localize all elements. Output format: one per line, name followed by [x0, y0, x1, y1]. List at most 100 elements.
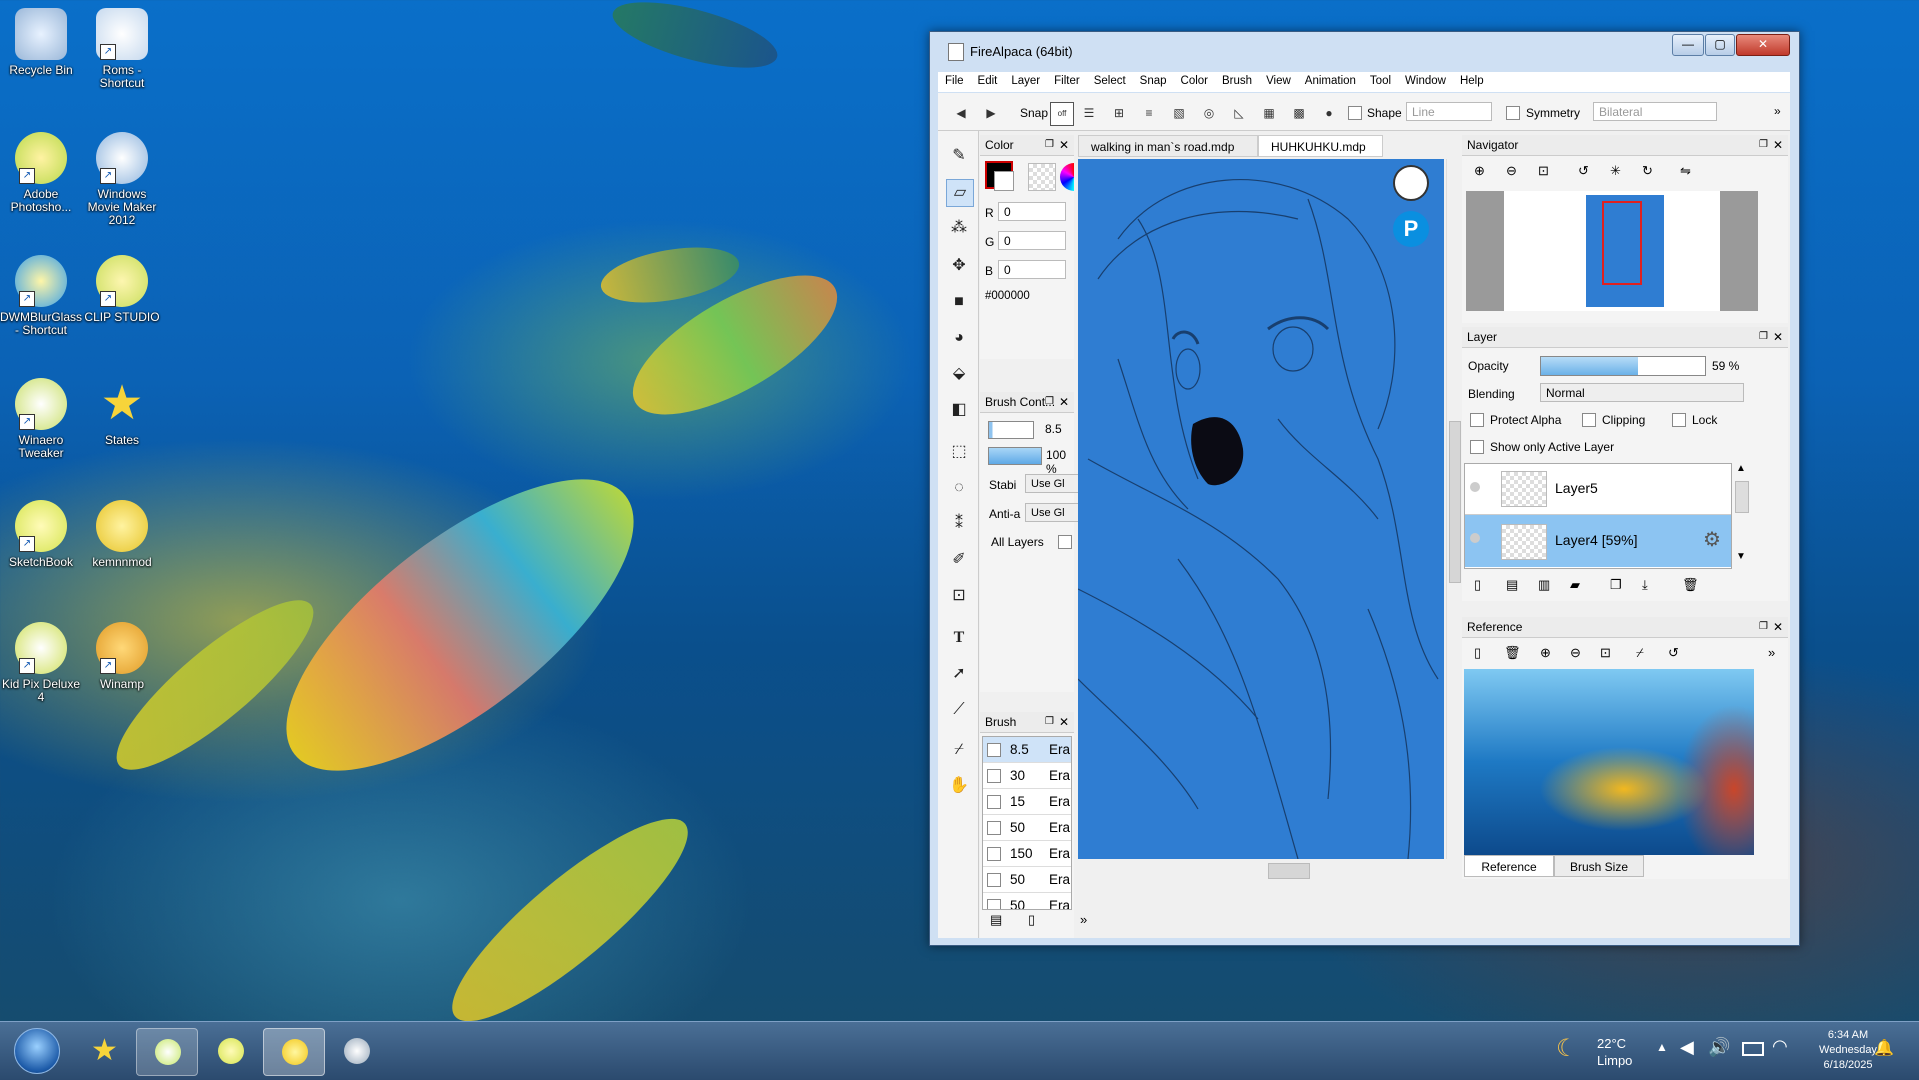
- layer-row-selected[interactable]: Layer4 [59%] ⚙: [1465, 515, 1731, 567]
- new-8bit-layer-icon[interactable]: ▤: [1506, 577, 1518, 593]
- pixiv-icon[interactable]: P: [1393, 211, 1429, 247]
- menu-select[interactable]: Select: [1087, 72, 1133, 87]
- weather-desc[interactable]: Limpo: [1597, 1053, 1632, 1068]
- snap-grid-icon[interactable]: ⊞: [1108, 102, 1130, 124]
- zoom-in-icon[interactable]: ⊕: [1474, 163, 1485, 179]
- menu-edit[interactable]: Edit: [971, 72, 1005, 87]
- menu-view[interactable]: View: [1259, 72, 1298, 87]
- snap-point-icon[interactable]: ●: [1318, 102, 1340, 124]
- tab-huhkuhku[interactable]: HUHKUHKU.mdp: [1258, 135, 1383, 157]
- duplicate-layer-icon[interactable]: ❐: [1610, 577, 1622, 593]
- bucket-tool-icon[interactable]: ◕: [946, 325, 972, 351]
- brush-more-button[interactable]: »: [1080, 912, 1087, 927]
- new-brush-icon[interactable]: ▯: [1028, 912, 1035, 928]
- notifications-bell-icon[interactable]: 🔔: [1874, 1038, 1894, 1058]
- wifi-icon[interactable]: ◠: [1772, 1036, 1788, 1057]
- desktop-icon-photoshop[interactable]: ↗ Adobe Photosho...: [0, 132, 82, 214]
- new-layer-icon[interactable]: ▯: [1474, 577, 1481, 593]
- brush-item[interactable]: 50 Era: [983, 892, 1071, 909]
- zoom-out-icon[interactable]: ⊖: [1506, 163, 1517, 179]
- flip-icon[interactable]: ⇋: [1680, 163, 1691, 179]
- taskbar-alpaca-button[interactable]: [326, 1028, 386, 1074]
- brush-item[interactable]: 15 Era: [983, 788, 1071, 814]
- select-eraser-tool-icon[interactable]: ⊡: [946, 583, 972, 609]
- desktop-icon-clip-studio[interactable]: ↗ CLIP STUDIO: [81, 255, 163, 324]
- operation-tool-icon[interactable]: ➚: [946, 661, 972, 687]
- brush-tool-icon[interactable]: ✎: [946, 143, 972, 169]
- desktop-icon-kemnnmod[interactable]: kemnnmod: [81, 500, 163, 569]
- shape-checkbox[interactable]: [1348, 106, 1362, 120]
- close-icon[interactable]: ✕: [1773, 617, 1783, 637]
- stabilizer-select[interactable]: Use Gl: [1025, 474, 1083, 493]
- menu-brush[interactable]: Brush: [1215, 72, 1259, 87]
- desktop-icon-roms[interactable]: ↗ Roms - Shortcut: [81, 8, 163, 90]
- dock-icon[interactable]: ❐: [1759, 327, 1768, 347]
- show-hidden-icons-icon[interactable]: ▲: [1656, 1040, 1668, 1054]
- dot-tool-icon[interactable]: ⁂: [946, 215, 972, 241]
- zoom-fit-icon[interactable]: ⊡: [1600, 645, 1611, 661]
- move-tool-icon[interactable]: ✥: [946, 253, 972, 279]
- fill-tool-icon[interactable]: ⬙: [946, 361, 972, 387]
- symmetry-select[interactable]: Bilateral: [1593, 102, 1717, 121]
- g-input[interactable]: 0: [998, 231, 1066, 250]
- taskbar-sketchbook-button[interactable]: [200, 1028, 260, 1074]
- b-input[interactable]: 0: [998, 260, 1066, 279]
- menu-color[interactable]: Color: [1174, 72, 1215, 87]
- drawing-canvas[interactable]: P: [1078, 159, 1444, 859]
- desktop-icon-winaero[interactable]: ↗ Winaero Tweaker: [0, 378, 82, 460]
- weather-temp[interactable]: 22°C: [1597, 1036, 1626, 1051]
- speaker-icon[interactable]: ◀: [1680, 1037, 1694, 1058]
- eyedropper-tool-icon[interactable]: ⌿: [946, 737, 972, 763]
- close-icon[interactable]: ✕: [1773, 135, 1783, 155]
- desktop-icon-dwmblurglass[interactable]: ↗ DWMBlurGlass - Shortcut: [0, 255, 82, 337]
- shape-select[interactable]: Line: [1406, 102, 1492, 121]
- layer-row[interactable]: Layer5: [1465, 464, 1731, 515]
- brush-item[interactable]: 30 Era: [983, 762, 1071, 788]
- snap-curve-icon[interactable]: ◺: [1228, 102, 1250, 124]
- rotate-icon[interactable]: ↺: [1668, 645, 1679, 661]
- scroll-up-icon[interactable]: ▲: [1736, 463, 1746, 474]
- layer-visibility-icon[interactable]: [1470, 482, 1480, 492]
- taskbar-app-button[interactable]: [136, 1028, 198, 1076]
- snap-off-icon[interactable]: off: [1050, 102, 1074, 126]
- eyedropper-icon[interactable]: ⌿: [1636, 645, 1644, 661]
- gradient-tool-icon[interactable]: ◧: [946, 397, 972, 423]
- brush-item[interactable]: 8.5 Era: [983, 737, 1071, 762]
- close-icon[interactable]: ✕: [1059, 392, 1069, 412]
- start-button[interactable]: [14, 1028, 60, 1074]
- menu-help[interactable]: Help: [1453, 72, 1491, 87]
- lasso-tool-icon[interactable]: ◌: [946, 475, 972, 501]
- dock-icon[interactable]: ❐: [1045, 712, 1054, 732]
- navigator-preview[interactable]: [1466, 191, 1758, 311]
- reference-image[interactable]: [1464, 669, 1754, 855]
- minimize-button[interactable]: —: [1672, 34, 1704, 56]
- snap-3d-icon[interactable]: ▦: [1258, 102, 1280, 124]
- next-frame-icon[interactable]: ▶: [980, 102, 1002, 124]
- clipping-checkbox[interactable]: [1582, 413, 1596, 427]
- blending-select[interactable]: Normal: [1540, 383, 1744, 402]
- select-pen-tool-icon[interactable]: ✐: [946, 547, 972, 573]
- fill-rect-tool-icon[interactable]: ■: [946, 289, 972, 315]
- previous-frame-icon[interactable]: ◀: [950, 102, 972, 124]
- close-icon[interactable]: ✕: [1059, 135, 1069, 155]
- merge-down-icon[interactable]: ⤓: [1642, 577, 1648, 593]
- rotate-left-icon[interactable]: ↺: [1578, 163, 1589, 179]
- close-icon[interactable]: ✕: [1773, 327, 1783, 347]
- transparent-color-swatch[interactable]: [1028, 163, 1056, 191]
- protect-alpha-checkbox[interactable]: [1470, 413, 1484, 427]
- desktop-icon-recycle-bin[interactable]: Recycle Bin: [0, 8, 82, 77]
- desktop-icon-movie-maker[interactable]: ↗ Windows Movie Maker 2012: [81, 132, 163, 227]
- new-1bit-layer-icon[interactable]: ▥: [1538, 577, 1550, 593]
- maximize-button[interactable]: ▢: [1705, 34, 1735, 56]
- delete-reference-icon[interactable]: 🗑: [1504, 645, 1521, 661]
- close-button[interactable]: ✕: [1736, 34, 1790, 56]
- scrollbar-thumb[interactable]: [1449, 421, 1461, 583]
- taskbar-firealpaca-button[interactable]: [263, 1028, 325, 1076]
- menu-file[interactable]: File: [938, 72, 971, 87]
- select-rect-tool-icon[interactable]: ⬚: [946, 439, 972, 465]
- layer-list-scrollbar[interactable]: ▲ ▼: [1732, 463, 1750, 567]
- canvas-horizontal-scrollbar[interactable]: [1078, 861, 1460, 879]
- brush-item[interactable]: 50 Era: [983, 814, 1071, 840]
- snap-lines-icon[interactable]: ≡: [1138, 102, 1160, 124]
- snap-circle-icon[interactable]: ◎: [1198, 102, 1220, 124]
